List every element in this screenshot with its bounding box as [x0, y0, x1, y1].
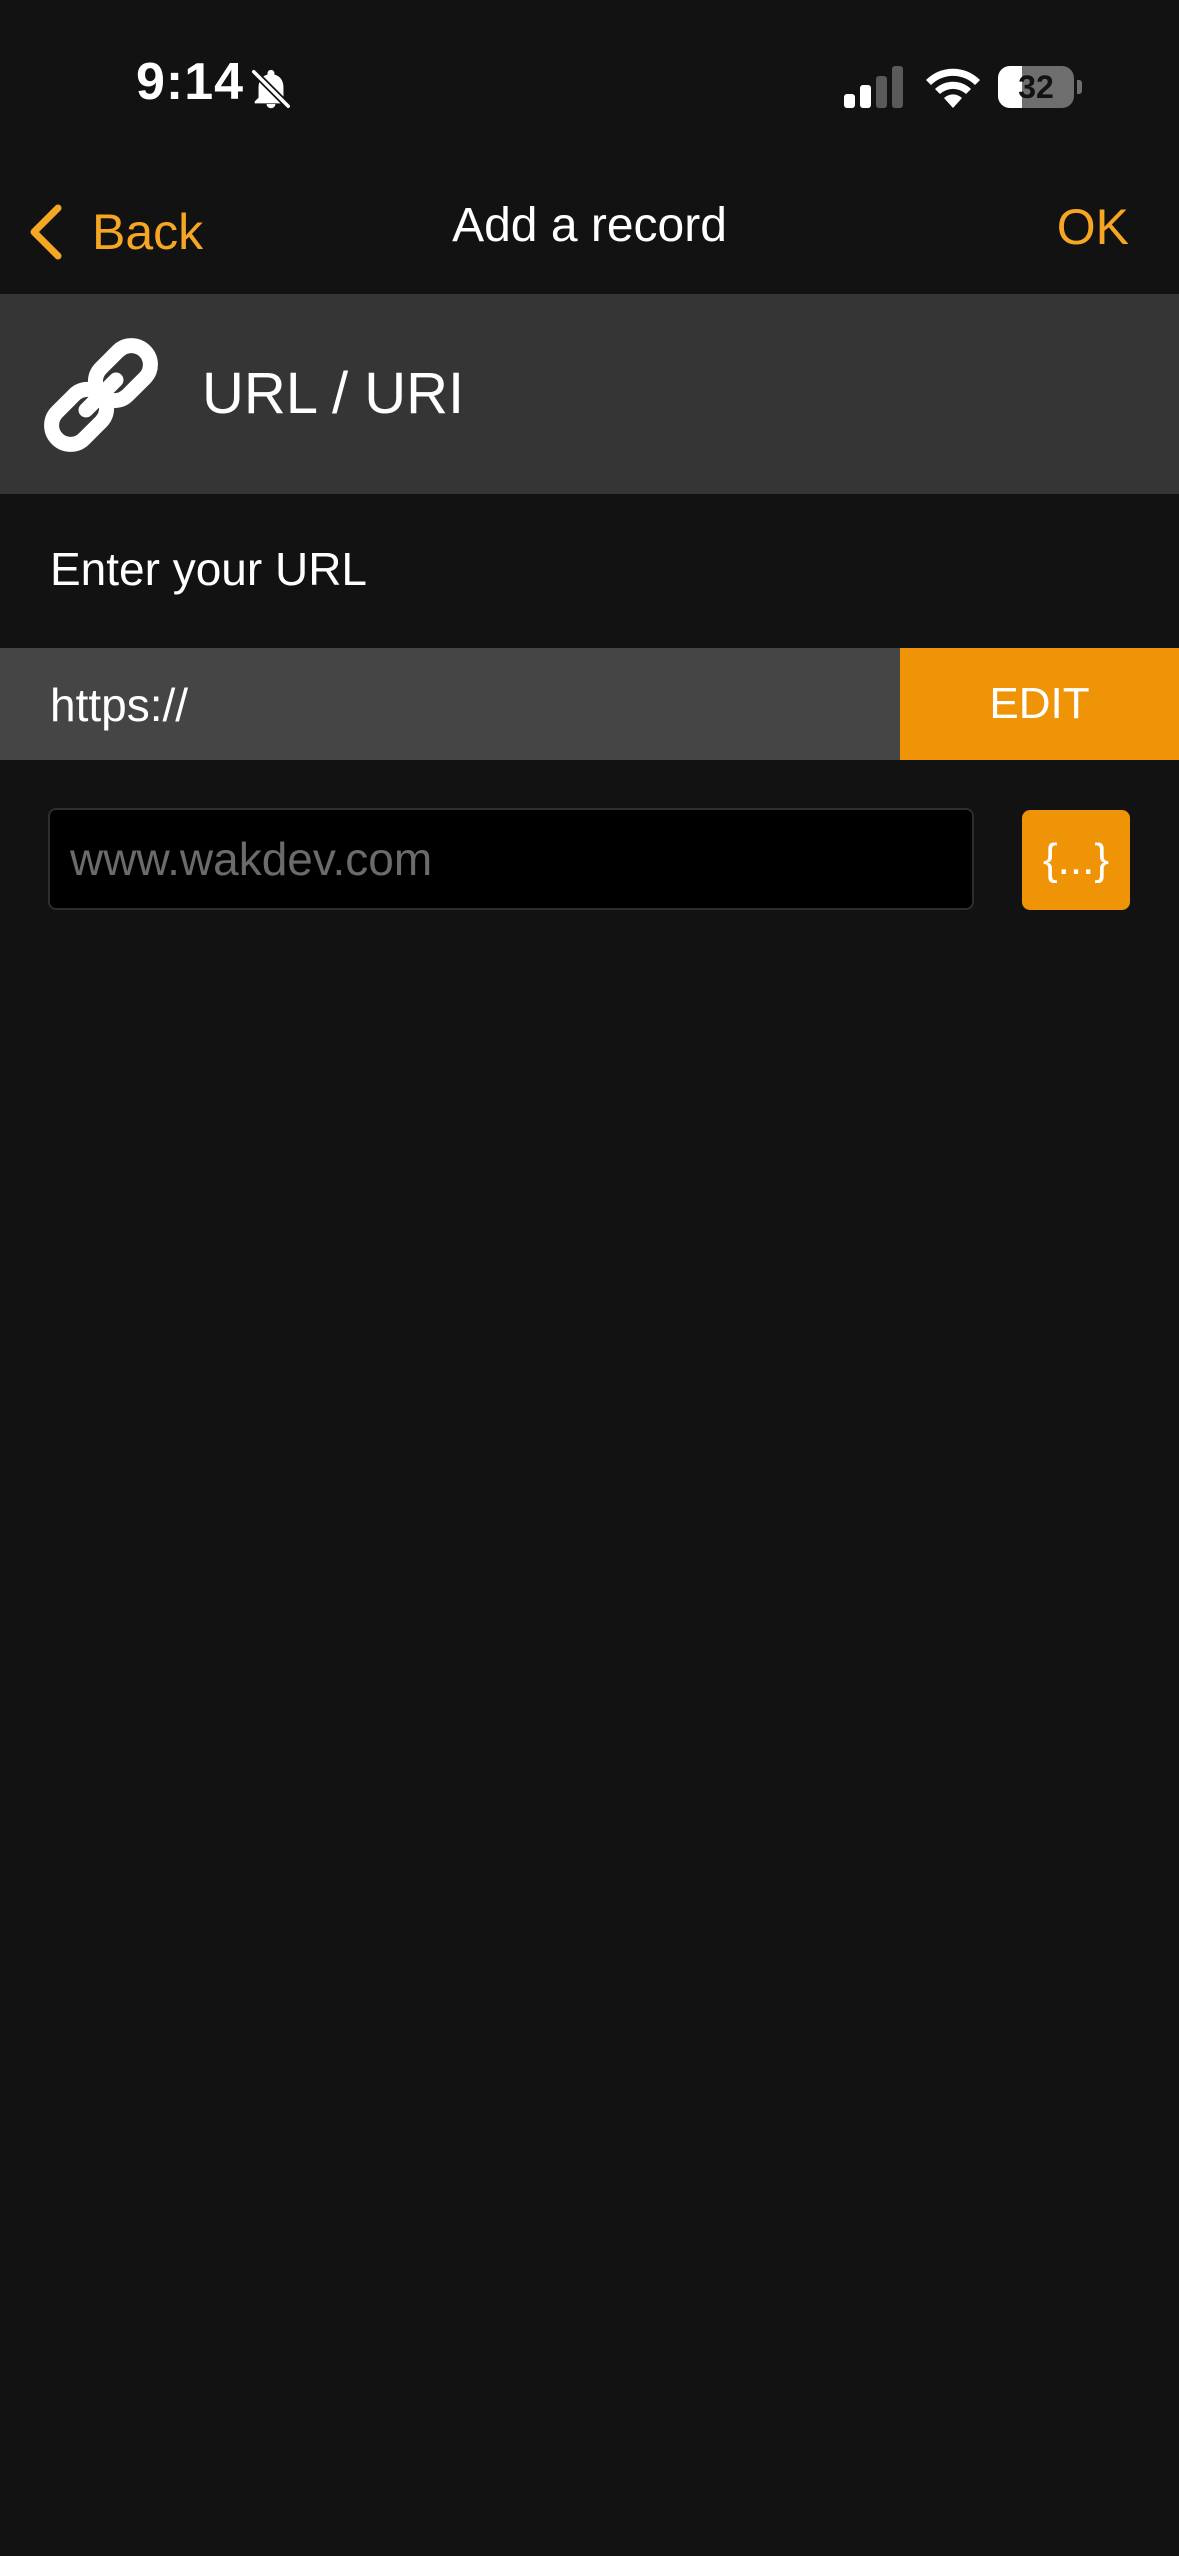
ok-button[interactable]: OK [1057, 198, 1129, 256]
bell-slash-icon [251, 69, 291, 109]
url-prompt: Enter your URL [50, 543, 368, 595]
variables-button[interactable]: {...} [1022, 810, 1130, 910]
wifi-icon [926, 68, 980, 108]
url-input[interactable] [48, 808, 974, 910]
navigation-bar: Back Add a record OK [0, 170, 1179, 294]
status-bar: 9:14 32 [0, 0, 1179, 170]
edit-prefix-button[interactable]: EDIT [900, 648, 1179, 760]
link-icon [44, 338, 158, 452]
cellular-signal-icon [844, 66, 903, 108]
battery-icon: 32 [998, 66, 1082, 108]
status-time: 9:14 [136, 53, 245, 111]
url-prefix-row: https:// EDIT [0, 648, 1179, 760]
battery-level: 32 [1018, 69, 1054, 105]
url-prefix: https:// [50, 679, 189, 731]
page-title: Add a record [452, 199, 727, 252]
record-type-label: URL / URI [202, 361, 465, 426]
record-type-header: URL / URI [0, 294, 1179, 494]
